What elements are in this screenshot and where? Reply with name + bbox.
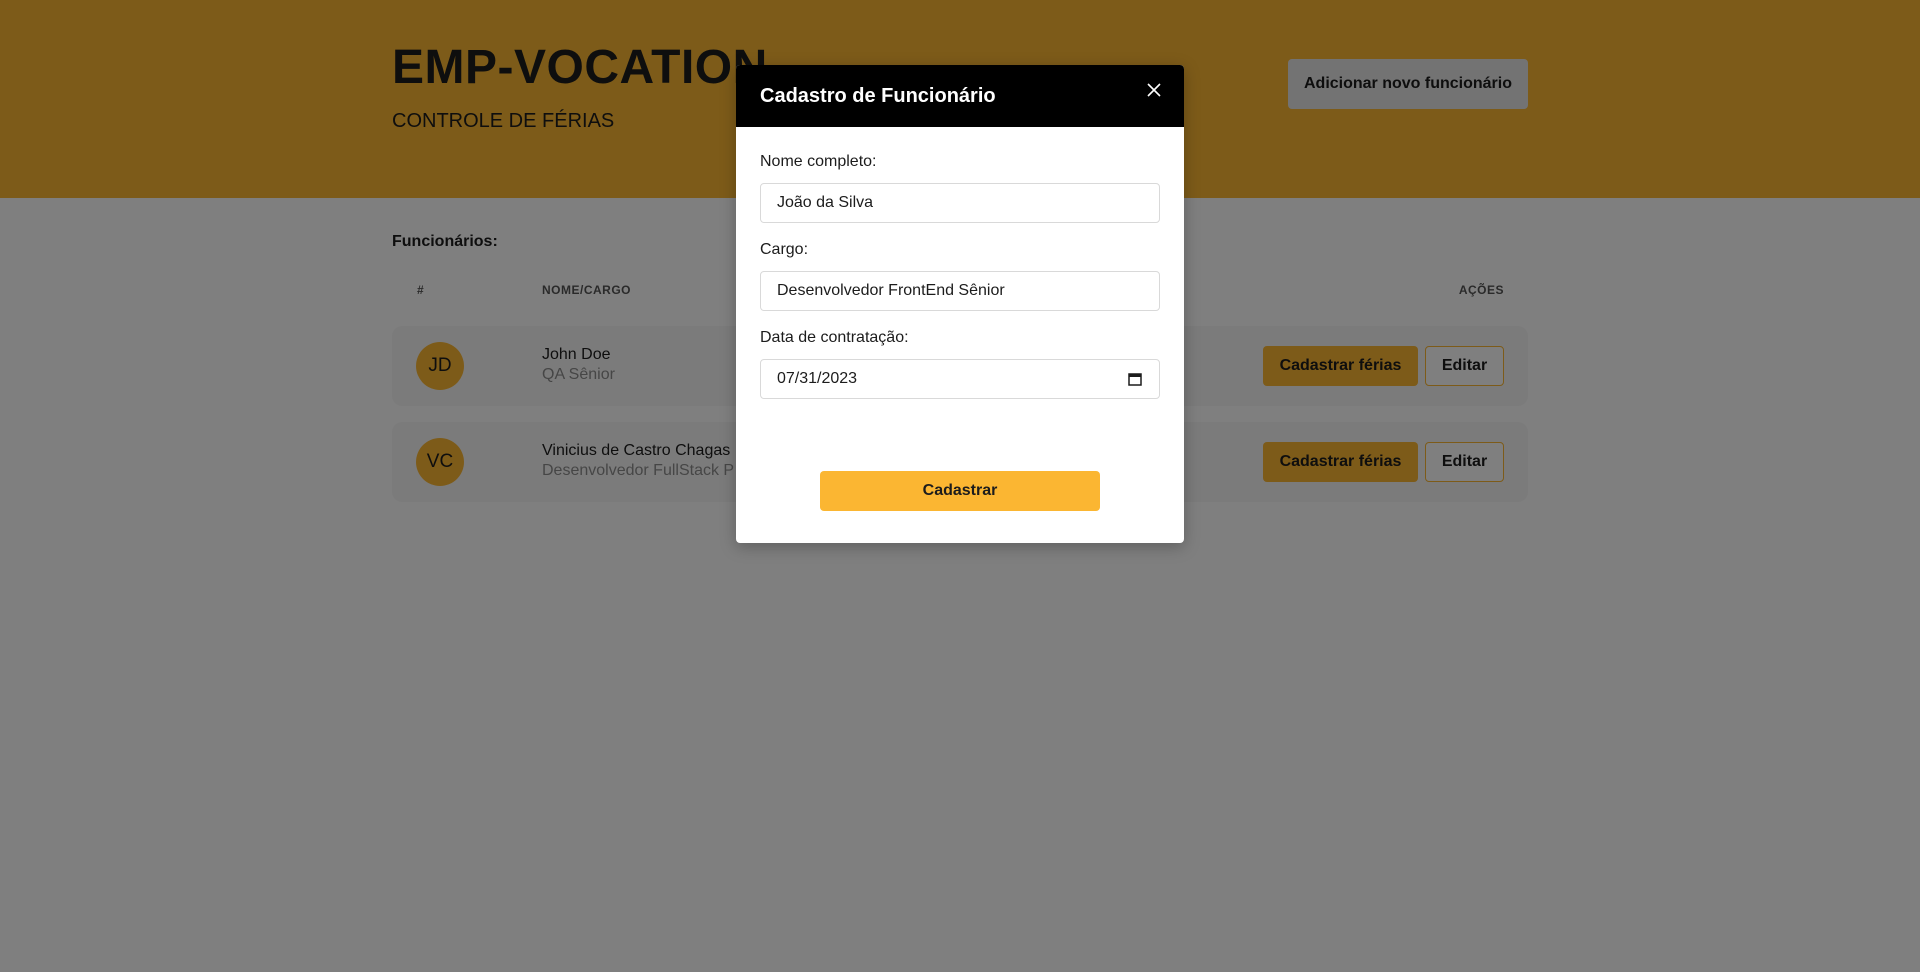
- close-modal-button[interactable]: [1142, 79, 1166, 103]
- calendar-icon[interactable]: [1127, 371, 1143, 387]
- role-input[interactable]: Desenvolvedor FrontEnd Sênior: [760, 271, 1160, 311]
- hire-date-label: Data de contratação:: [760, 329, 909, 346]
- hire-date-value: 07/31/2023: [777, 370, 858, 387]
- full-name-input[interactable]: João da Silva: [760, 183, 1160, 223]
- full-name-value: João da Silva: [777, 194, 874, 211]
- employee-registration-modal: Cadastro de Funcionário Nome completo: J…: [736, 65, 1184, 543]
- role-value: Desenvolvedor FrontEnd Sênior: [777, 282, 1005, 299]
- role-label: Cargo:: [760, 241, 809, 258]
- close-icon: [1147, 82, 1161, 97]
- modal-title: Cadastro de Funcionário: [760, 85, 996, 107]
- hire-date-input[interactable]: 07/31/2023: [760, 359, 1160, 399]
- submit-button[interactable]: Cadastrar: [820, 471, 1100, 511]
- full-name-label: Nome completo:: [760, 153, 877, 170]
- modal-header: Cadastro de Funcionário: [736, 65, 1184, 127]
